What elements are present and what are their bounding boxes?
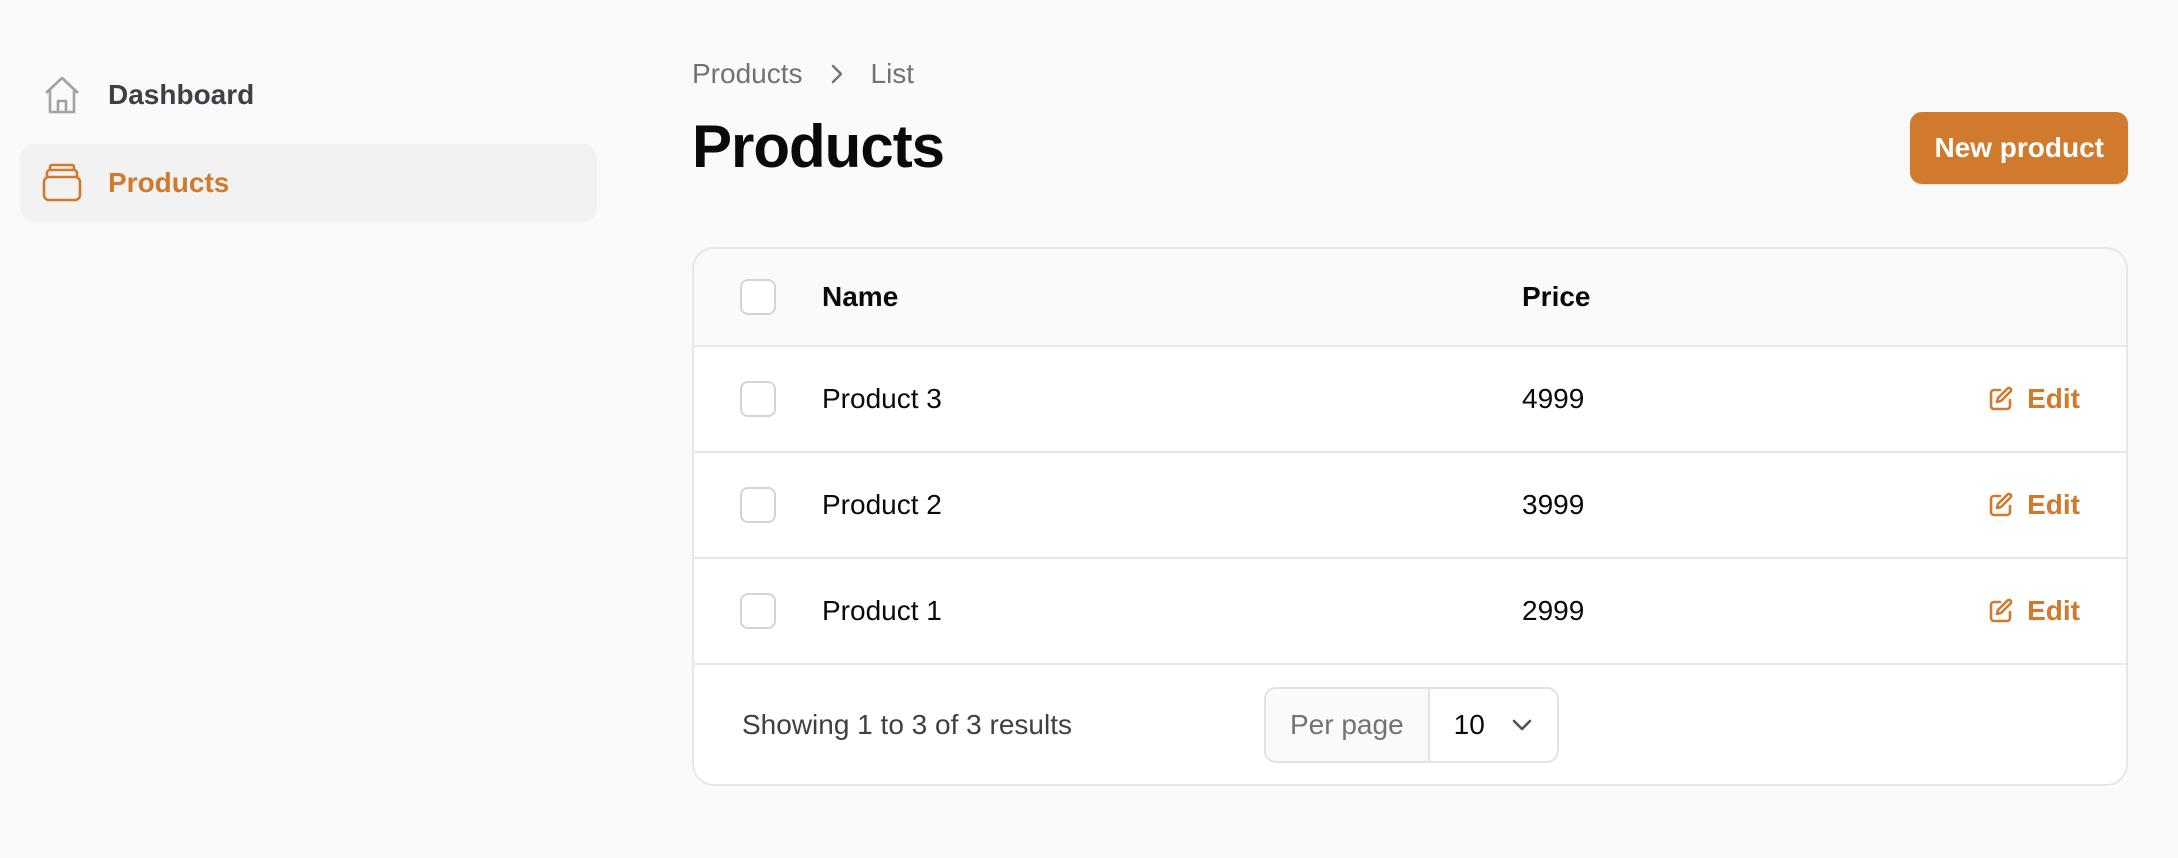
sidebar-item-dashboard[interactable]: Dashboard <box>20 56 597 134</box>
per-page-select[interactable]: 10 <box>1430 689 1557 761</box>
edit-button[interactable]: Edit <box>1987 383 2080 415</box>
product-price: 2999 <box>1522 595 1585 626</box>
edit-button[interactable]: Edit <box>1987 595 2080 627</box>
edit-icon <box>1987 597 2015 625</box>
select-all-checkbox[interactable] <box>740 279 776 315</box>
edit-icon <box>1987 385 2015 413</box>
chevron-right-icon <box>829 63 845 85</box>
sidebar-item-products[interactable]: Products <box>20 144 597 222</box>
edit-label: Edit <box>2027 595 2080 626</box>
per-page-label: Per page <box>1266 689 1430 761</box>
table-row: Product 1 2999 Edit <box>694 559 2126 665</box>
new-product-button[interactable]: New product <box>1910 112 2128 184</box>
edit-label: Edit <box>2027 489 2080 520</box>
product-name: Product 3 <box>822 383 942 414</box>
sidebar: Dashboard Products <box>20 56 597 232</box>
page-title: Products <box>692 113 945 180</box>
row-checkbox[interactable] <box>740 487 776 523</box>
breadcrumb-item-list: List <box>870 58 915 89</box>
table-row: Product 2 3999 Edit <box>694 453 2126 559</box>
products-table: Name Price Product 3 4999 Edit Product 2… <box>692 247 2128 786</box>
table-header: Name Price <box>694 249 2126 347</box>
product-price: 4999 <box>1522 383 1585 414</box>
edit-icon <box>1987 491 2015 519</box>
sidebar-item-label: Products <box>108 167 230 198</box>
row-checkbox[interactable] <box>740 381 776 417</box>
edit-button[interactable]: Edit <box>1987 489 2080 521</box>
product-name: Product 1 <box>822 595 942 626</box>
product-name: Product 2 <box>822 489 942 520</box>
breadcrumb-item-products[interactable]: Products <box>692 58 803 90</box>
sidebar-item-label: Dashboard <box>108 79 255 110</box>
per-page-control: Per page 10 <box>1264 687 1559 763</box>
table-row: Product 3 4999 Edit <box>694 347 2126 453</box>
table-footer: Showing 1 to 3 of 3 results Per page 10 <box>694 665 2126 784</box>
results-summary: Showing 1 to 3 of 3 results <box>742 709 1072 740</box>
edit-label: Edit <box>2027 383 2080 414</box>
stack-icon <box>40 161 84 205</box>
chevron-down-icon <box>1511 718 1533 732</box>
column-header-name[interactable]: Name <box>822 281 898 313</box>
per-page-value: 10 <box>1453 709 1485 740</box>
product-price: 3999 <box>1522 489 1585 520</box>
home-icon <box>40 73 84 117</box>
breadcrumb: Products List <box>692 58 914 90</box>
column-header-price[interactable]: Price <box>1522 281 1591 313</box>
row-checkbox[interactable] <box>740 593 776 629</box>
